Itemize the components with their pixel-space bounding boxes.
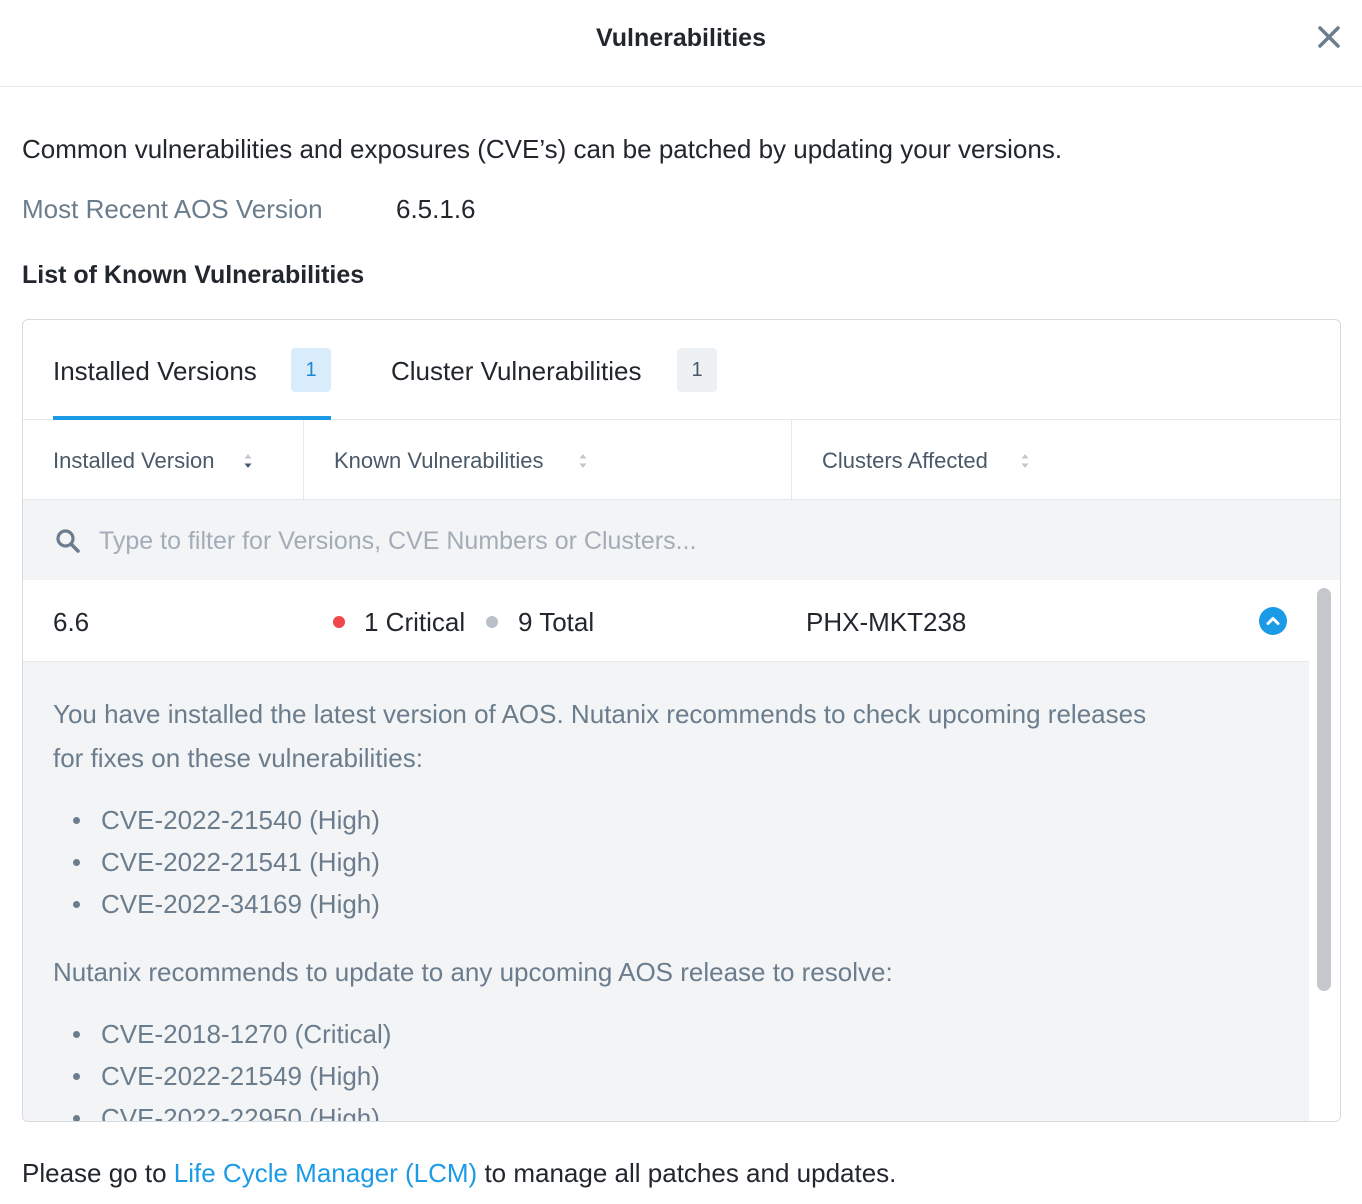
list-item: CVE-2022-22950 (High) bbox=[53, 1097, 391, 1122]
close-button[interactable] bbox=[1314, 22, 1344, 52]
list-item: CVE-2018-1270 (Critical) bbox=[53, 1013, 391, 1055]
bullet-icon bbox=[73, 817, 80, 824]
bullet-icon bbox=[73, 1073, 80, 1080]
cve-label: CVE-2022-21540 (High) bbox=[101, 805, 380, 835]
aos-version-value: 6.5.1.6 bbox=[396, 194, 476, 224]
list-item: CVE-2022-21541 (High) bbox=[53, 841, 380, 883]
table-header: Installed Version Known Vulnerabilities … bbox=[23, 420, 1340, 500]
cve-list-upcoming: CVE-2022-21540 (High) CVE-2022-21541 (Hi… bbox=[53, 799, 380, 925]
cve-label: CVE-2018-1270 (Critical) bbox=[101, 1019, 392, 1049]
tab-installed-versions[interactable]: Installed Versions 1 bbox=[23, 320, 333, 420]
critical-count: 1 Critical bbox=[364, 607, 466, 637]
sort-desc-icon bbox=[244, 454, 252, 468]
column-header-clusters-affected[interactable]: Clusters Affected bbox=[792, 420, 1340, 500]
vulnerabilities-panel: Installed Versions 1 Cluster Vulnerabili… bbox=[22, 319, 1341, 1122]
list-item: CVE-2022-34169 (High) bbox=[53, 883, 380, 925]
table-row[interactable]: 6.6 1 Critical 9 Total PHX-MKT238 bbox=[23, 580, 1309, 662]
tab-label: Cluster Vulnerabilities bbox=[391, 356, 642, 386]
column-header-installed-version[interactable]: Installed Version bbox=[23, 420, 303, 500]
footer-prefix: Please go to bbox=[22, 1158, 174, 1188]
tab-count-badge: 1 bbox=[291, 348, 331, 392]
list-item: CVE-2022-21540 (High) bbox=[53, 799, 380, 841]
modal-header: Vulnerabilities bbox=[0, 0, 1362, 87]
tab-bar: Installed Versions 1 Cluster Vulnerabili… bbox=[23, 320, 1340, 420]
lcm-link[interactable]: Life Cycle Manager (LCM) bbox=[174, 1158, 477, 1188]
scrollbar-thumb[interactable] bbox=[1317, 588, 1331, 991]
cve-label: CVE-2022-34169 (High) bbox=[101, 889, 380, 919]
details-message-update: Nutanix recommends to update to any upco… bbox=[53, 957, 893, 987]
filter-bar bbox=[23, 500, 1340, 580]
bullet-icon bbox=[73, 901, 80, 908]
footer-suffix: to manage all patches and updates. bbox=[477, 1158, 897, 1188]
filter-input[interactable] bbox=[99, 518, 999, 564]
column-header-known-vulnerabilities[interactable]: Known Vulnerabilities bbox=[304, 420, 791, 500]
chevron-up-icon bbox=[1266, 617, 1280, 625]
details-message: You have installed the latest version of… bbox=[53, 699, 1147, 773]
bullet-icon bbox=[73, 1115, 80, 1121]
list-item: CVE-2022-21549 (High) bbox=[53, 1055, 391, 1097]
footer-text: Please go to Life Cycle Manager (LCM) to… bbox=[22, 1158, 896, 1189]
modal-title: Vulnerabilities bbox=[596, 24, 766, 52]
total-status-dot bbox=[486, 616, 498, 628]
section-title: List of Known Vulnerabilities bbox=[22, 261, 365, 289]
cve-label: CVE-2022-22950 (High) bbox=[101, 1103, 380, 1122]
column-label: Clusters Affected bbox=[822, 448, 988, 473]
tab-count-badge: 1 bbox=[677, 348, 717, 392]
sort-icon bbox=[1021, 454, 1029, 468]
row-details: You have installed the latest version of… bbox=[23, 662, 1309, 1122]
cve-label: CVE-2022-21549 (High) bbox=[101, 1061, 380, 1091]
cve-label: CVE-2022-21541 (High) bbox=[101, 847, 380, 877]
intro-text: Common vulnerabilities and exposures (CV… bbox=[22, 134, 1063, 164]
aos-version-label: Most Recent AOS Version bbox=[22, 194, 323, 224]
critical-status-dot bbox=[333, 616, 345, 628]
sort-icon bbox=[579, 454, 587, 468]
search-icon bbox=[56, 529, 80, 553]
cve-list-update: CVE-2018-1270 (Critical) CVE-2022-21549 … bbox=[53, 1013, 391, 1122]
installed-version-cell: 6.6 bbox=[53, 607, 90, 637]
column-label: Known Vulnerabilities bbox=[334, 448, 544, 473]
cluster-affected-cell: PHX-MKT238 bbox=[806, 607, 967, 637]
bullet-icon bbox=[73, 859, 80, 866]
bullet-icon bbox=[73, 1031, 80, 1038]
collapse-row-button[interactable] bbox=[1259, 607, 1287, 635]
column-label: Installed Version bbox=[53, 448, 215, 473]
total-count: 9 Total bbox=[518, 607, 595, 637]
tab-cluster-vulnerabilities[interactable]: Cluster Vulnerabilities 1 bbox=[363, 320, 743, 420]
close-icon bbox=[1318, 26, 1340, 48]
tab-label: Installed Versions bbox=[53, 356, 257, 386]
